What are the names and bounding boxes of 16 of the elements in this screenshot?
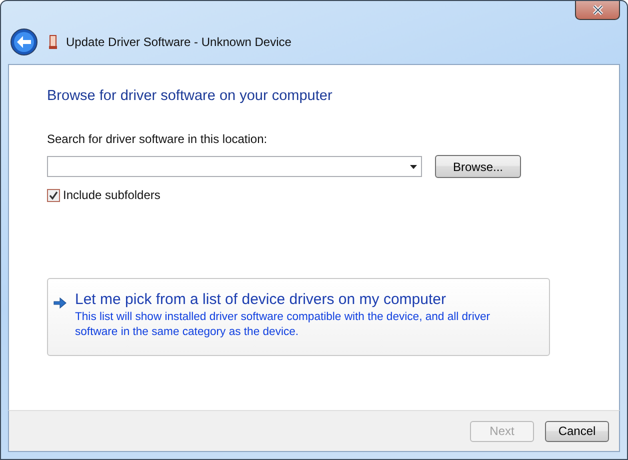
checkbox[interactable] [47,188,60,202]
page-heading: Browse for driver software on your computer [47,88,334,104]
arrow-icon [53,297,67,309]
field-label: Search for driver software in this location: [47,132,268,146]
dropdown-arrow-icon[interactable] [410,164,417,168]
window-title: Update Driver Software - Unknown Device [66,35,292,49]
browse-button[interactable]: Browse... [435,155,521,178]
cancel-button[interactable]: Cancel [545,420,609,442]
option-description: This list will show installed driver software compatible with the device, and all driver software in the same category as the device. [75,310,492,340]
option-card[interactable]: Let me pick from a list of device drivers on my computer This list will show installed driver software compatible with the device, and all driver software in the same category as the device. [47,278,550,356]
close-icon [590,5,604,15]
device-icon [49,35,57,49]
option-title[interactable]: Let me pick from a list of device drivers on my computer [75,291,515,308]
checkbox-label: Include subfolders [63,188,160,202]
back-button[interactable] [10,28,38,56]
close-button[interactable] [575,1,620,20]
